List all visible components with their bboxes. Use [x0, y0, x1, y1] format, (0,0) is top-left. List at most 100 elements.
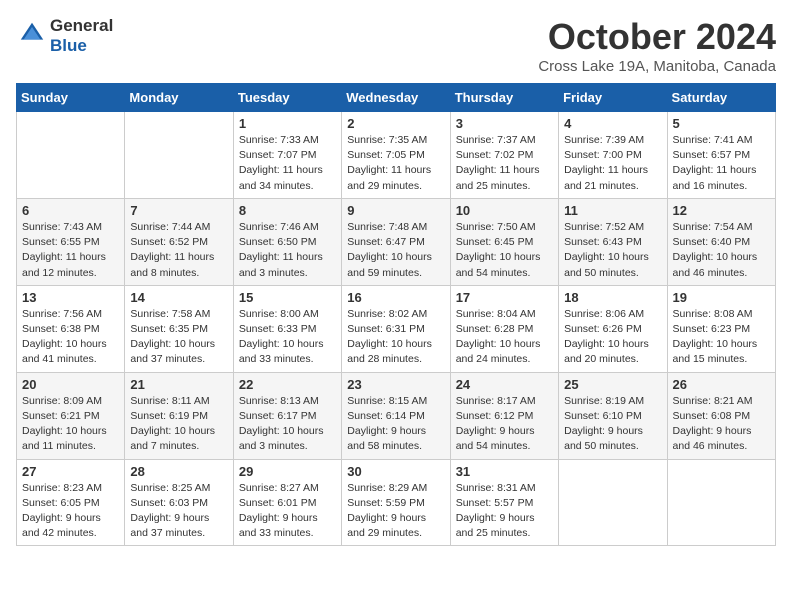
- weekday-header-friday: Friday: [559, 84, 667, 112]
- calendar-cell: 1 Sunrise: 7:33 AM Sunset: 7:07 PM Daylig…: [233, 112, 341, 199]
- day-info: Sunrise: 8:04 AM Sunset: 6:28 PM Dayligh…: [456, 307, 553, 368]
- day-number: 26: [673, 377, 770, 392]
- day-number: 19: [673, 290, 770, 305]
- day-info: Sunrise: 8:21 AM Sunset: 6:08 PM Dayligh…: [673, 394, 770, 455]
- day-info: Sunrise: 7:56 AM Sunset: 6:38 PM Dayligh…: [22, 307, 119, 368]
- location: Cross Lake 19A, Manitoba, Canada: [538, 58, 776, 75]
- day-info: Sunrise: 8:29 AM Sunset: 5:59 PM Dayligh…: [347, 481, 444, 542]
- calendar-cell: 5 Sunrise: 7:41 AM Sunset: 6:57 PM Daylig…: [667, 112, 775, 199]
- calendar-cell: 14 Sunrise: 7:58 AM Sunset: 6:35 PM Dayli…: [125, 285, 233, 372]
- calendar-cell: 27Sunrise: 8:23 AM Sunset: 6:05 PM Dayli…: [17, 459, 125, 546]
- day-info: Sunrise: 7:37 AM Sunset: 7:02 PM Dayligh…: [456, 133, 553, 194]
- day-number: 30: [347, 464, 444, 479]
- page-header: General Blue October 2024 Cross Lake 19A…: [16, 16, 776, 75]
- day-number: 23: [347, 377, 444, 392]
- weekday-header-wednesday: Wednesday: [342, 84, 450, 112]
- day-info: Sunrise: 7:39 AM Sunset: 7:00 PM Dayligh…: [564, 133, 661, 194]
- day-info: Sunrise: 8:13 AM Sunset: 6:17 PM Dayligh…: [239, 394, 336, 455]
- weekday-header-thursday: Thursday: [450, 84, 558, 112]
- calendar-cell: 20 Sunrise: 8:09 AM Sunset: 6:21 PM Dayli…: [17, 372, 125, 459]
- day-info: Sunrise: 8:11 AM Sunset: 6:19 PM Dayligh…: [130, 394, 227, 455]
- day-info: Sunrise: 8:31 AM Sunset: 5:57 PM Dayligh…: [456, 481, 553, 542]
- logo-blue: Blue: [50, 36, 113, 56]
- calendar-cell: 7Sunrise: 7:44 AM Sunset: 6:52 PM Daylig…: [125, 198, 233, 285]
- calendar-cell: 2Sunrise: 7:35 AM Sunset: 7:05 PM Daylig…: [342, 112, 450, 199]
- calendar-cell: 30 Sunrise: 8:29 AM Sunset: 5:59 PM Dayli…: [342, 459, 450, 546]
- calendar-cell: 29 Sunrise: 8:27 AM Sunset: 6:01 PM Dayli…: [233, 459, 341, 546]
- day-number: 4: [564, 116, 661, 131]
- day-number: 20: [22, 377, 119, 392]
- calendar-cell: 17 Sunrise: 8:04 AM Sunset: 6:28 PM Dayli…: [450, 285, 558, 372]
- day-info: Sunrise: 7:48 AM Sunset: 6:47 PM Dayligh…: [347, 220, 444, 281]
- calendar-week-5: 27Sunrise: 8:23 AM Sunset: 6:05 PM Dayli…: [17, 459, 776, 546]
- day-info: Sunrise: 8:15 AM Sunset: 6:14 PM Dayligh…: [347, 394, 444, 455]
- day-info: Sunrise: 7:50 AM Sunset: 6:45 PM Dayligh…: [456, 220, 553, 281]
- calendar-cell: 28 Sunrise: 8:25 AM Sunset: 6:03 PM Dayli…: [125, 459, 233, 546]
- logo-general: General: [50, 16, 113, 36]
- calendar-cell: 23 Sunrise: 8:15 AM Sunset: 6:14 PM Dayli…: [342, 372, 450, 459]
- calendar-cell: 31Sunrise: 8:31 AM Sunset: 5:57 PM Dayli…: [450, 459, 558, 546]
- day-number: 18: [564, 290, 661, 305]
- calendar-cell: 19Sunrise: 8:08 AM Sunset: 6:23 PM Dayli…: [667, 285, 775, 372]
- calendar-cell: 4 Sunrise: 7:39 AM Sunset: 7:00 PM Daylig…: [559, 112, 667, 199]
- calendar-cell: 13Sunrise: 7:56 AM Sunset: 6:38 PM Dayli…: [17, 285, 125, 372]
- calendar-cell: 9Sunrise: 7:48 AM Sunset: 6:47 PM Daylig…: [342, 198, 450, 285]
- day-info: Sunrise: 7:43 AM Sunset: 6:55 PM Dayligh…: [22, 220, 119, 281]
- day-info: Sunrise: 8:25 AM Sunset: 6:03 PM Dayligh…: [130, 481, 227, 542]
- day-number: 16: [347, 290, 444, 305]
- day-number: 29: [239, 464, 336, 479]
- calendar-cell: 26 Sunrise: 8:21 AM Sunset: 6:08 PM Dayli…: [667, 372, 775, 459]
- day-number: 21: [130, 377, 227, 392]
- title-block: October 2024 Cross Lake 19A, Manitoba, C…: [538, 16, 776, 75]
- day-number: 10: [456, 203, 553, 218]
- day-info: Sunrise: 8:27 AM Sunset: 6:01 PM Dayligh…: [239, 481, 336, 542]
- day-number: 3: [456, 116, 553, 131]
- day-number: 7: [130, 203, 227, 218]
- calendar-week-4: 20 Sunrise: 8:09 AM Sunset: 6:21 PM Dayli…: [17, 372, 776, 459]
- weekday-header-row: SundayMondayTuesdayWednesdayThursdayFrid…: [17, 84, 776, 112]
- calendar-cell: 3 Sunrise: 7:37 AM Sunset: 7:02 PM Daylig…: [450, 112, 558, 199]
- day-number: 28: [130, 464, 227, 479]
- calendar-cell: [667, 459, 775, 546]
- calendar-cell: 16Sunrise: 8:02 AM Sunset: 6:31 PM Dayli…: [342, 285, 450, 372]
- weekday-header-tuesday: Tuesday: [233, 84, 341, 112]
- weekday-header-monday: Monday: [125, 84, 233, 112]
- calendar-cell: 11 Sunrise: 7:52 AM Sunset: 6:43 PM Dayli…: [559, 198, 667, 285]
- day-number: 14: [130, 290, 227, 305]
- day-info: Sunrise: 7:54 AM Sunset: 6:40 PM Dayligh…: [673, 220, 770, 281]
- day-info: Sunrise: 7:46 AM Sunset: 6:50 PM Dayligh…: [239, 220, 336, 281]
- calendar-cell: 24 Sunrise: 8:17 AM Sunset: 6:12 PM Dayli…: [450, 372, 558, 459]
- calendar-cell: 22 Sunrise: 8:13 AM Sunset: 6:17 PM Dayli…: [233, 372, 341, 459]
- day-number: 24: [456, 377, 553, 392]
- calendar-cell: 12 Sunrise: 7:54 AM Sunset: 6:40 PM Dayli…: [667, 198, 775, 285]
- day-number: 11: [564, 203, 661, 218]
- calendar-week-2: 6Sunrise: 7:43 AM Sunset: 6:55 PM Daylig…: [17, 198, 776, 285]
- day-number: 8: [239, 203, 336, 218]
- day-info: Sunrise: 7:52 AM Sunset: 6:43 PM Dayligh…: [564, 220, 661, 281]
- calendar-cell: 6Sunrise: 7:43 AM Sunset: 6:55 PM Daylig…: [17, 198, 125, 285]
- day-number: 22: [239, 377, 336, 392]
- day-info: Sunrise: 7:33 AM Sunset: 7:07 PM Dayligh…: [239, 133, 336, 194]
- calendar-cell: 10 Sunrise: 7:50 AM Sunset: 6:45 PM Dayli…: [450, 198, 558, 285]
- day-number: 1: [239, 116, 336, 131]
- logo: General Blue: [16, 16, 113, 56]
- day-number: 25: [564, 377, 661, 392]
- weekday-header-sunday: Sunday: [17, 84, 125, 112]
- day-info: Sunrise: 8:09 AM Sunset: 6:21 PM Dayligh…: [22, 394, 119, 455]
- day-info: Sunrise: 8:23 AM Sunset: 6:05 PM Dayligh…: [22, 481, 119, 542]
- calendar-cell: [559, 459, 667, 546]
- calendar-cell: 8 Sunrise: 7:46 AM Sunset: 6:50 PM Daylig…: [233, 198, 341, 285]
- calendar: SundayMondayTuesdayWednesdayThursdayFrid…: [16, 83, 776, 546]
- month-title: October 2024: [538, 16, 776, 58]
- day-number: 2: [347, 116, 444, 131]
- day-info: Sunrise: 7:58 AM Sunset: 6:35 PM Dayligh…: [130, 307, 227, 368]
- day-number: 5: [673, 116, 770, 131]
- calendar-week-1: 1 Sunrise: 7:33 AM Sunset: 7:07 PM Daylig…: [17, 112, 776, 199]
- day-info: Sunrise: 8:19 AM Sunset: 6:10 PM Dayligh…: [564, 394, 661, 455]
- day-info: Sunrise: 7:41 AM Sunset: 6:57 PM Dayligh…: [673, 133, 770, 194]
- day-number: 17: [456, 290, 553, 305]
- day-number: 12: [673, 203, 770, 218]
- day-info: Sunrise: 8:00 AM Sunset: 6:33 PM Dayligh…: [239, 307, 336, 368]
- day-info: Sunrise: 8:17 AM Sunset: 6:12 PM Dayligh…: [456, 394, 553, 455]
- calendar-cell: [125, 112, 233, 199]
